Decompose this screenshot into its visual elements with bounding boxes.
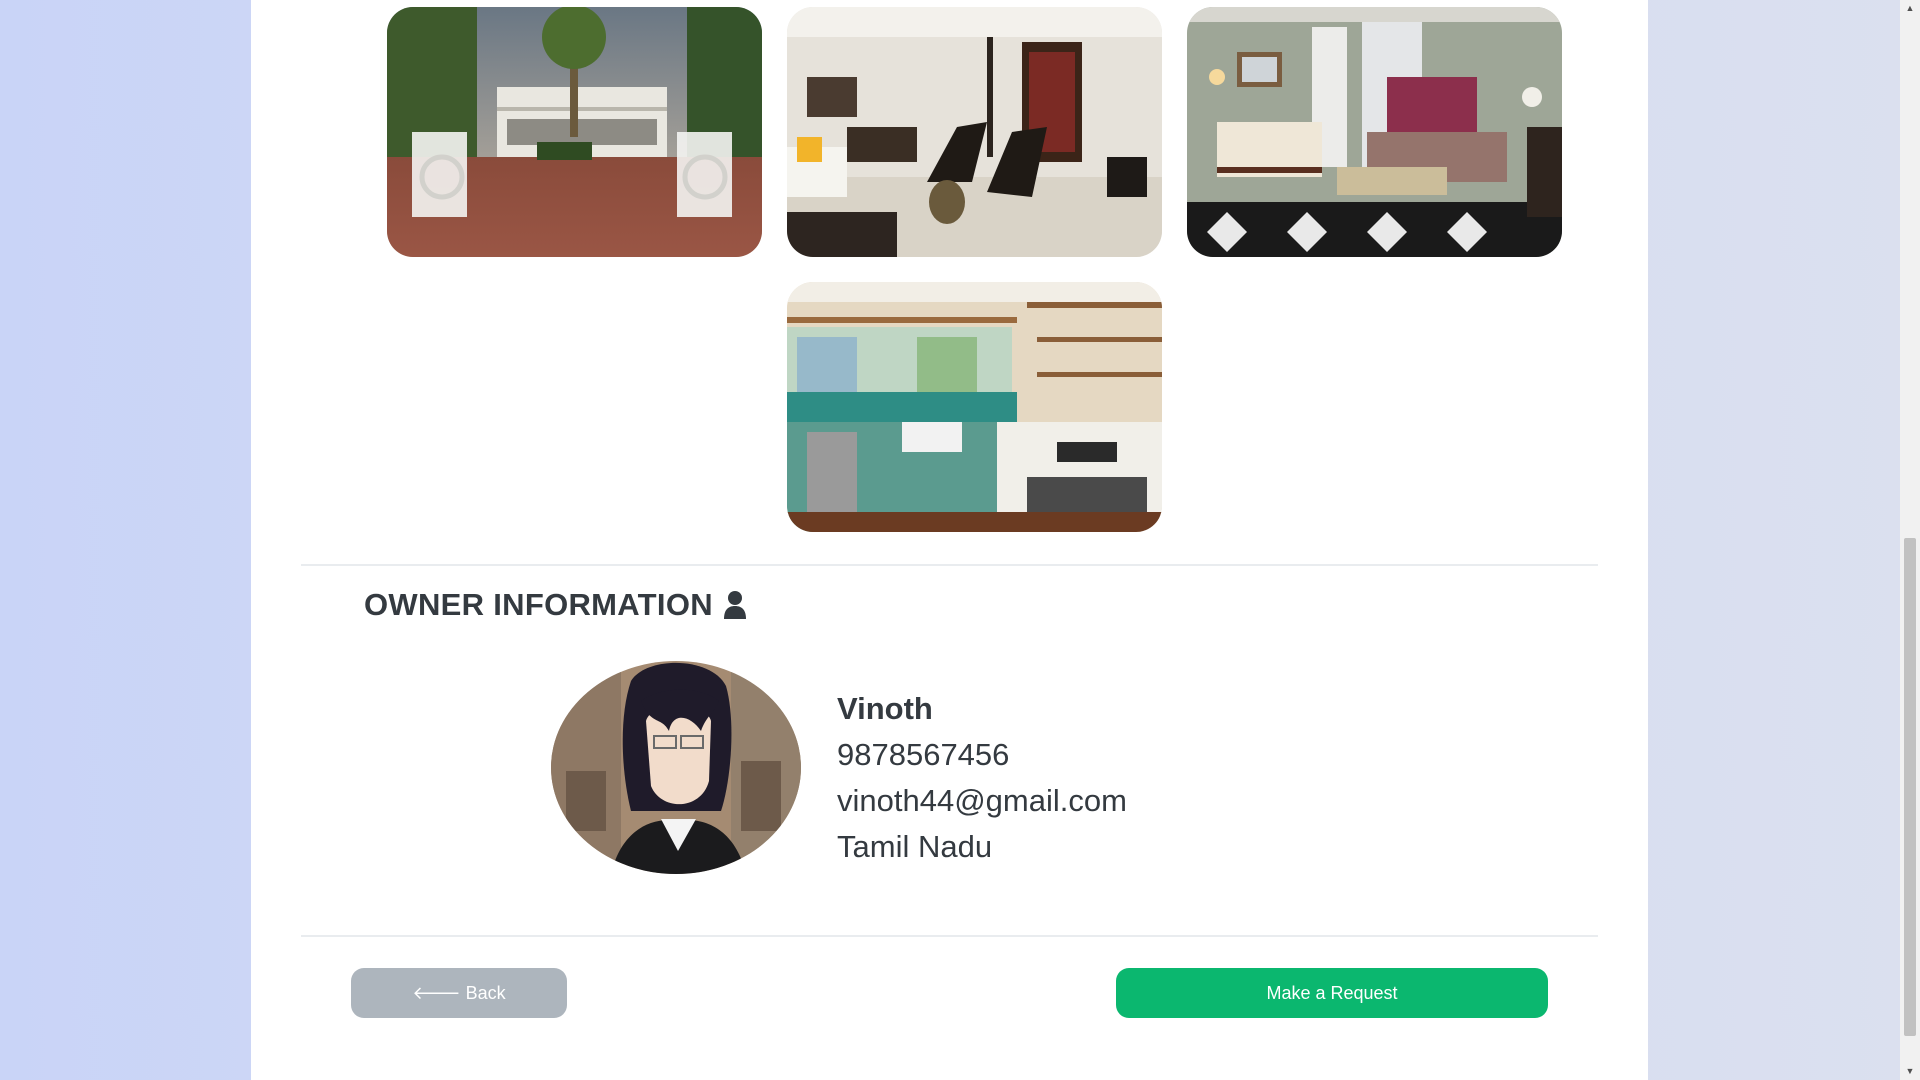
user-icon — [723, 590, 747, 620]
gallery-image-bedroom[interactable] — [1187, 7, 1562, 257]
owner-details: Vinoth 9878567456 vinoth44@gmail.com Tam… — [837, 686, 1127, 870]
gallery-image-living-room[interactable] — [787, 7, 1162, 257]
scroll-down-arrow-icon[interactable]: ▼ — [1900, 1063, 1920, 1080]
owner-section-title-text: OWNER INFORMATION — [364, 587, 713, 622]
owner-location: Tamil Nadu — [837, 829, 993, 864]
gallery-image-kitchen[interactable] — [787, 282, 1162, 532]
scroll-up-arrow-icon[interactable]: ▲ — [1900, 0, 1920, 17]
section-divider-top — [301, 564, 1598, 566]
owner-section-title: OWNER INFORMATION — [364, 585, 747, 625]
owner-name: Vinoth — [837, 691, 933, 726]
property-details-card: OWNER INFORMATION Vinoth 9878567456 vino… — [251, 0, 1648, 1080]
owner-email: vinoth44@gmail.com — [837, 783, 1127, 818]
owner-phone: 9878567456 — [837, 737, 1010, 772]
make-request-button-label: Make a Request — [1266, 982, 1398, 1003]
arrow-left-icon: 🡐 — [412, 982, 461, 1003]
gallery-image-exterior[interactable] — [387, 7, 762, 257]
owner-avatar — [551, 661, 801, 874]
page-scrollbar[interactable]: ▲ ▼ — [1900, 0, 1920, 1080]
scrollbar-thumb[interactable] — [1904, 538, 1916, 1036]
back-button[interactable]: 🡐 Back — [351, 968, 567, 1018]
back-button-label: Back — [465, 982, 506, 1003]
make-request-button[interactable]: Make a Request — [1116, 968, 1548, 1018]
section-divider-bottom — [301, 935, 1598, 937]
